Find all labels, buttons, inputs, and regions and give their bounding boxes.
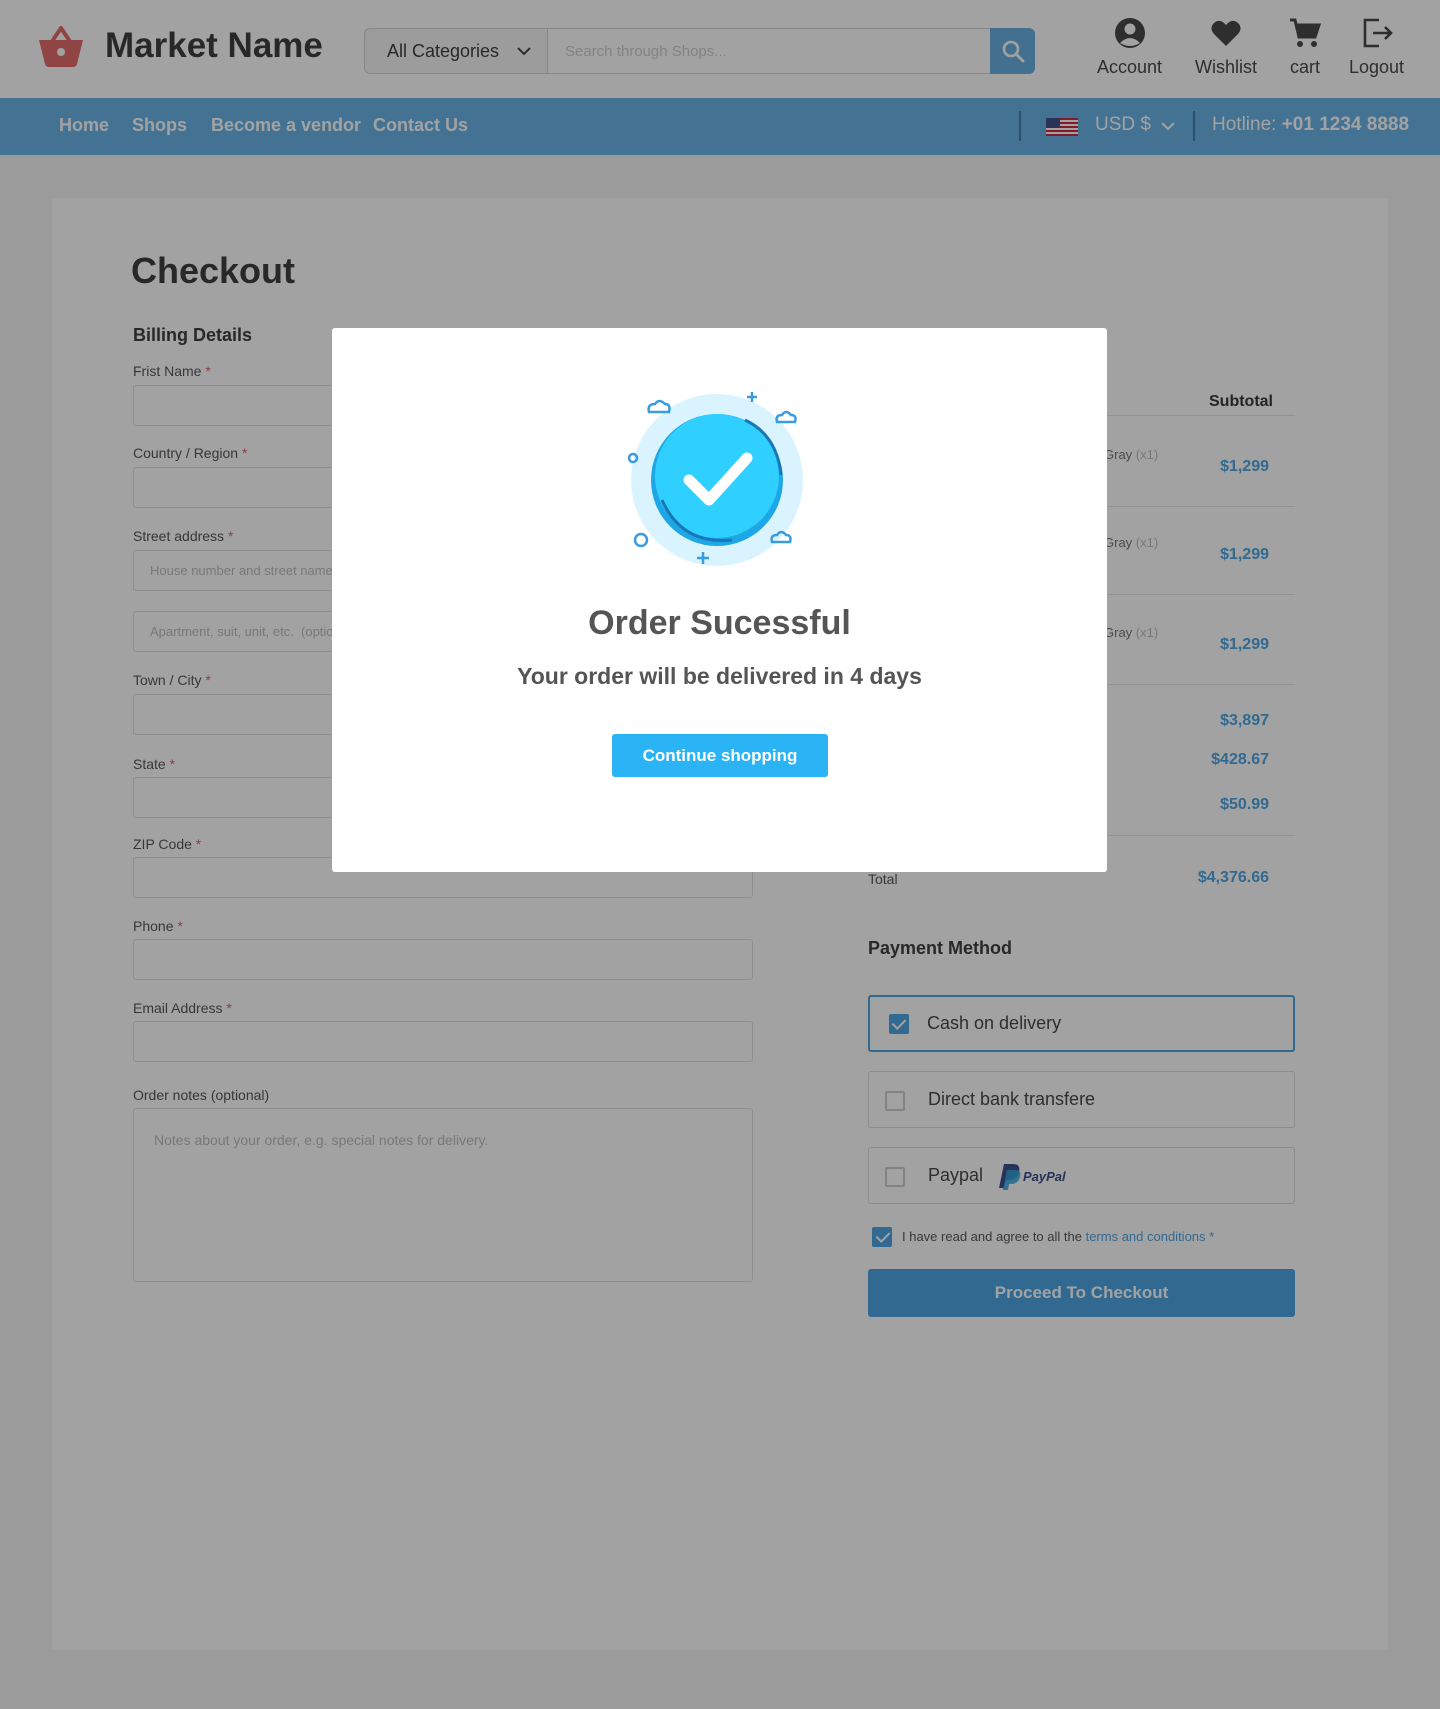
continue-shopping-button[interactable]: Continue shopping	[612, 734, 828, 777]
order-success-modal: Order Sucessful Your order will be deliv…	[332, 328, 1107, 872]
modal-title: Order Sucessful	[588, 604, 851, 642]
modal-subtitle: Your order will be delivered in 4 days	[517, 663, 922, 689]
success-check-icon	[627, 392, 803, 566]
